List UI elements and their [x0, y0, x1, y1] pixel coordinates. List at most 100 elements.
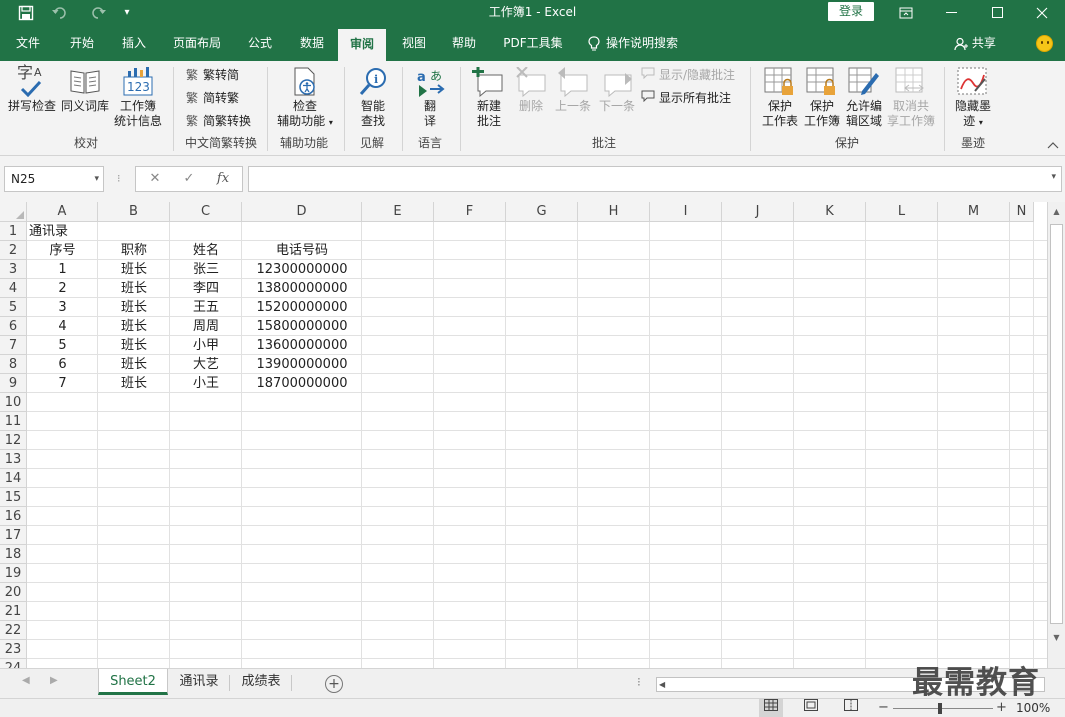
cell-d4[interactable]: 13800000000 [242, 279, 362, 298]
tab-home[interactable]: 开始 [60, 25, 104, 61]
ribbon-display-options-icon[interactable] [883, 0, 929, 25]
row-header[interactable]: 7 [0, 336, 27, 355]
column-header[interactable]: H [578, 202, 650, 222]
minimize-icon[interactable] [929, 0, 975, 25]
cancel-icon[interactable]: ✕ [140, 167, 170, 191]
protect-sheet-button[interactable]: 保护 工作表 [758, 65, 802, 129]
row-header[interactable]: 16 [0, 507, 27, 526]
cell-b6[interactable]: 班长 [98, 317, 170, 336]
cell-d9[interactable]: 18700000000 [242, 374, 362, 393]
row-header[interactable]: 18 [0, 545, 27, 564]
page-layout-view-icon[interactable] [799, 699, 823, 717]
cell-b2[interactable]: 职称 [98, 241, 170, 260]
show-all-comments-button[interactable]: 显示所有批注 [640, 90, 731, 106]
row-header[interactable]: 3 [0, 260, 27, 279]
scroll-up-icon[interactable]: ▲ [1048, 204, 1065, 220]
previous-comment-button[interactable]: 上一条 [552, 65, 594, 114]
tab-tell-me[interactable]: 操作说明搜索 [588, 25, 692, 61]
vertical-scrollbar[interactable]: ▲ ▼ [1047, 202, 1065, 668]
row-header[interactable]: 17 [0, 526, 27, 545]
row-header[interactable]: 21 [0, 602, 27, 621]
tab-insert[interactable]: 插入 [112, 25, 156, 61]
normal-view-icon[interactable] [759, 699, 783, 717]
cell-d6[interactable]: 15800000000 [242, 317, 362, 336]
zoom-slider-track[interactable] [893, 708, 993, 709]
tab-formulas[interactable]: 公式 [238, 25, 282, 61]
column-header[interactable]: K [794, 202, 866, 222]
spell-check-button[interactable]: 字A 拼写检查 [6, 65, 58, 114]
unshare-workbook-button[interactable]: 取消共 享工作簿 [886, 65, 936, 129]
cell-c6[interactable]: 周周 [170, 317, 242, 336]
enter-icon[interactable]: ✓ [174, 167, 204, 191]
sheet-tab-grades[interactable]: 成绩表 [232, 669, 290, 695]
next-sheet-icon[interactable]: ▶ [50, 675, 58, 686]
workbook-statistics-button[interactable]: 123 工作簿 统计信息 [110, 65, 166, 129]
column-header[interactable]: G [506, 202, 578, 222]
row-header[interactable]: 10 [0, 393, 27, 412]
undo-icon[interactable] [46, 0, 74, 25]
page-break-preview-icon[interactable] [839, 699, 863, 717]
row-header[interactable]: 11 [0, 412, 27, 431]
cell-d2[interactable]: 电话号码 [242, 241, 362, 260]
row-header[interactable]: 20 [0, 583, 27, 602]
check-accessibility-button[interactable]: 检查 辅助功能 ▾ [272, 65, 338, 130]
column-header[interactable]: I [650, 202, 722, 222]
trad-to-simp-button[interactable]: 繁繁转简 [184, 67, 239, 83]
new-comment-button[interactable]: 新建 批注 [466, 65, 512, 129]
row-header[interactable]: 14 [0, 469, 27, 488]
thesaurus-button[interactable]: 同义词库 [60, 65, 110, 114]
smart-lookup-button[interactable]: i 智能 查找 [350, 65, 396, 129]
row-header[interactable]: 9 [0, 374, 27, 393]
cell-d3[interactable]: 12300000000 [242, 260, 362, 279]
column-header[interactable]: M [938, 202, 1010, 222]
cell-b5[interactable]: 班长 [98, 298, 170, 317]
column-header[interactable]: N [1010, 202, 1034, 222]
protect-workbook-button[interactable]: 保护 工作簿 [800, 65, 844, 129]
row-header[interactable]: 6 [0, 317, 27, 336]
column-header[interactable]: C [170, 202, 242, 222]
tab-split-handle-icon[interactable]: ⁝ [637, 675, 641, 689]
name-box-dropdown-icon[interactable]: ▾ [94, 167, 99, 191]
cell-c2[interactable]: 姓名 [170, 241, 242, 260]
cell-a7[interactable]: 5 [27, 336, 98, 355]
vertical-scroll-thumb[interactable] [1050, 224, 1063, 624]
tab-review[interactable]: 审阅 [338, 29, 386, 61]
next-comment-button[interactable]: 下一条 [596, 65, 638, 114]
feedback-smiley-icon[interactable] [1036, 35, 1053, 52]
formula-input[interactable]: ▾ [248, 166, 1062, 192]
cell-a1[interactable]: 通讯录 [29, 222, 68, 241]
customize-quick-access-icon[interactable]: ▾ [118, 0, 136, 25]
cell-b3[interactable]: 班长 [98, 260, 170, 279]
column-header[interactable]: J [722, 202, 794, 222]
cell-b9[interactable]: 班长 [98, 374, 170, 393]
tab-help[interactable]: 帮助 [442, 25, 486, 61]
zoom-out-icon[interactable]: − [878, 699, 889, 717]
close-icon[interactable] [1019, 0, 1065, 25]
allow-edit-ranges-button[interactable]: 允许编 辑区域 [842, 65, 886, 129]
row-header[interactable]: 22 [0, 621, 27, 640]
simp-to-trad-button[interactable]: 繁简转繁 [184, 90, 239, 106]
column-header[interactable]: F [434, 202, 506, 222]
cell-d7[interactable]: 13600000000 [242, 336, 362, 355]
cell-d5[interactable]: 15200000000 [242, 298, 362, 317]
cell-c8[interactable]: 大艺 [170, 355, 242, 374]
row-header[interactable]: 4 [0, 279, 27, 298]
row-header[interactable]: 8 [0, 355, 27, 374]
row-header[interactable]: 15 [0, 488, 27, 507]
insert-function-icon[interactable]: fx [208, 167, 238, 191]
cell-d8[interactable]: 13900000000 [242, 355, 362, 374]
add-sheet-icon[interactable]: + [325, 675, 343, 693]
tab-file[interactable]: 文件 [6, 25, 50, 61]
row-header[interactable]: 19 [0, 564, 27, 583]
cell-b4[interactable]: 班长 [98, 279, 170, 298]
prev-sheet-icon[interactable]: ◀ [22, 675, 30, 686]
cell-a5[interactable]: 3 [27, 298, 98, 317]
cell-a9[interactable]: 7 [27, 374, 98, 393]
select-all-corner[interactable] [0, 202, 27, 222]
show-hide-comment-button[interactable]: 显示/隐藏批注 [640, 67, 735, 83]
scroll-down-icon[interactable]: ▼ [1048, 630, 1065, 646]
tab-view[interactable]: 视图 [392, 25, 436, 61]
column-header[interactable]: E [362, 202, 434, 222]
maximize-icon[interactable] [975, 0, 1021, 25]
cell-a4[interactable]: 2 [27, 279, 98, 298]
